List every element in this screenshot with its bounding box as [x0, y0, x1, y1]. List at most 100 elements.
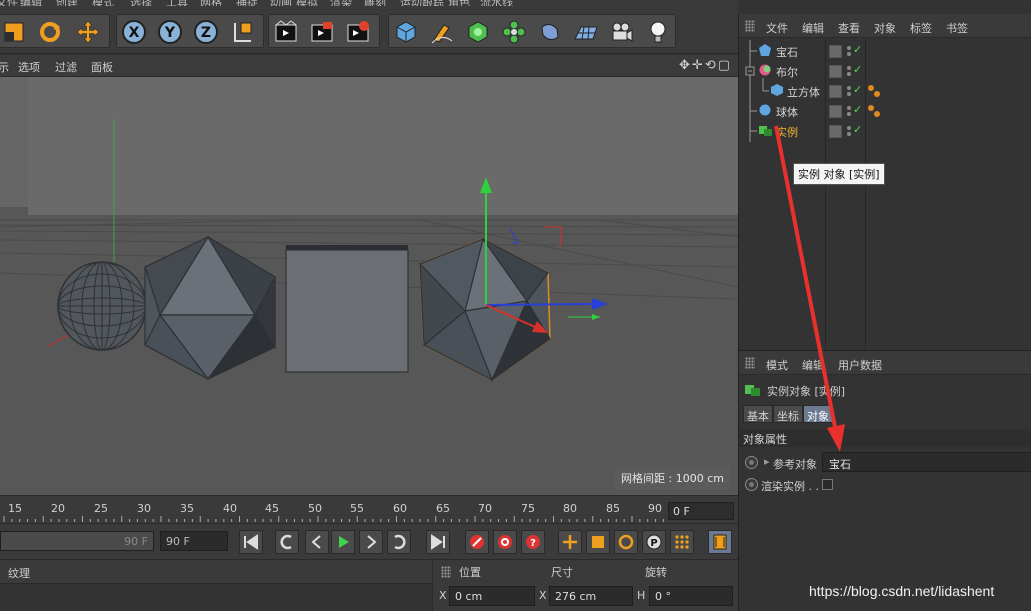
size-x-field[interactable]: 276 cm	[549, 586, 633, 606]
layer-icon[interactable]	[829, 125, 842, 138]
enabled-check-icon[interactable]: ✓	[853, 103, 862, 116]
scale-icon[interactable]	[0, 17, 29, 47]
next-key-button[interactable]	[387, 530, 411, 554]
timeline-window-icon[interactable]	[708, 530, 732, 554]
move-icon[interactable]	[73, 17, 103, 47]
auto-key-icon[interactable]	[493, 530, 517, 554]
watermark-text: https://blog.csdn.net/lidashent	[809, 583, 995, 599]
am-menu-edit[interactable]: 编辑	[802, 357, 824, 373]
key-parameter-icon[interactable]: P	[642, 530, 666, 554]
camera-icon[interactable]	[607, 17, 637, 47]
panel-grip-icon[interactable]	[745, 20, 755, 32]
rotate-icon[interactable]	[35, 17, 65, 47]
viewport-menu-item[interactable]: 示	[0, 59, 9, 75]
render-instance-animate-radio[interactable]	[745, 478, 758, 491]
visibility-dots-icon[interactable]	[846, 104, 852, 118]
previous-frame-button[interactable]	[305, 530, 329, 554]
reference-animate-radio[interactable]	[745, 456, 758, 469]
z-axis-icon[interactable]: Z	[191, 17, 221, 47]
key-rotation-icon[interactable]	[614, 530, 638, 554]
object-row-boole[interactable]: 布尔 ✓	[739, 61, 1031, 81]
om-menu-tags[interactable]: 标签	[910, 20, 932, 36]
material-tag-icon[interactable]	[867, 104, 881, 118]
om-menu-object[interactable]: 对象	[874, 20, 896, 36]
cube-icon[interactable]	[391, 17, 421, 47]
render-settings-icon[interactable]	[343, 17, 373, 47]
record-key-icon[interactable]	[465, 530, 489, 554]
am-menu-user-data[interactable]: 用户数据	[838, 357, 882, 373]
end-frame-field[interactable]: 90 F	[160, 531, 228, 551]
om-menu-bookmarks[interactable]: 书签	[946, 20, 968, 36]
render-instance-checkbox[interactable]	[822, 479, 833, 490]
cloner-icon[interactable]	[499, 17, 529, 47]
enabled-check-icon[interactable]: ✓	[853, 123, 862, 136]
object-row-cube[interactable]: 立方体 ✓	[739, 81, 1031, 101]
grid-spacing-info: 网格间距 : 1000 cm	[615, 467, 730, 489]
go-to-start-button[interactable]	[239, 530, 263, 554]
previous-key-button[interactable]	[275, 530, 299, 554]
om-menu-file[interactable]: 文件	[766, 20, 788, 36]
visibility-dots-icon[interactable]	[846, 64, 852, 78]
subdivision-icon[interactable]	[463, 17, 493, 47]
object-row-sphere[interactable]: 球体 ✓	[739, 101, 1031, 121]
next-frame-button[interactable]	[359, 530, 383, 554]
play-button[interactable]	[331, 530, 355, 554]
pen-icon[interactable]	[427, 17, 457, 47]
timeline-ruler[interactable]: 15 20 25 30 35 40 45 50 55 60 65 70 75 8…	[0, 495, 738, 523]
visibility-dots-icon[interactable]	[846, 44, 852, 58]
panel-grip-icon[interactable]	[745, 357, 755, 369]
light-icon[interactable]	[643, 17, 673, 47]
material-menu-texture[interactable]: 纹理	[8, 565, 30, 581]
layer-icon[interactable]	[829, 45, 842, 58]
x-axis-icon[interactable]: X	[119, 17, 149, 47]
key-point-level-icon[interactable]	[670, 530, 694, 554]
tick-label: 45	[265, 502, 279, 515]
viewport-nav-icons[interactable]: ✥✛⟲▢	[679, 58, 732, 73]
enabled-check-icon[interactable]: ✓	[853, 83, 862, 96]
object-row-instance[interactable]: 实例 ✓	[739, 121, 1031, 141]
world-coordinate-icon[interactable]	[227, 17, 257, 47]
current-frame-field[interactable]: 0 F	[668, 502, 734, 520]
coordinate-manager: 位置 尺寸 旋转 X 0 cm X 276 cm H 0 °	[432, 559, 738, 611]
deformer-icon[interactable]	[535, 17, 565, 47]
tab-object[interactable]: 对象	[803, 405, 833, 423]
om-menu-view[interactable]: 查看	[838, 20, 860, 36]
object-row-gem[interactable]: 宝石 ✓	[739, 41, 1031, 61]
go-to-end-button[interactable]	[426, 530, 450, 554]
material-tag-icon[interactable]	[867, 84, 881, 98]
render-tools-group	[268, 14, 380, 48]
am-menu-mode[interactable]: 模式	[766, 357, 788, 373]
key-help-icon[interactable]: ?	[521, 530, 545, 554]
y-axis-icon[interactable]: Y	[155, 17, 185, 47]
sphere-object[interactable]	[57, 261, 147, 351]
visibility-dots-icon[interactable]	[846, 124, 852, 138]
timeline-ticks	[3, 516, 664, 522]
expand-arrow-icon[interactable]: ▸	[764, 455, 770, 468]
axis-tools-group: X Y Z	[116, 14, 264, 48]
om-menu-edit[interactable]: 编辑	[802, 20, 824, 36]
cube-object[interactable]	[285, 245, 409, 373]
viewport-menu-filter[interactable]: 过滤	[55, 59, 77, 75]
key-scale-icon[interactable]	[586, 530, 610, 554]
frame-range-slider[interactable]: 90 F	[0, 531, 154, 551]
enabled-check-icon[interactable]: ✓	[853, 43, 862, 56]
viewport-3d[interactable]: 网格间距 : 1000 cm	[0, 77, 738, 495]
material-manager-header: 纹理	[0, 560, 432, 584]
layer-icon[interactable]	[829, 65, 842, 78]
enabled-check-icon[interactable]: ✓	[853, 63, 862, 76]
render-view-icon[interactable]	[271, 17, 301, 47]
visibility-dots-icon[interactable]	[846, 84, 852, 98]
position-x-field[interactable]: 0 cm	[449, 586, 535, 606]
viewport-menu-panel[interactable]: 面板	[91, 59, 113, 75]
layer-icon[interactable]	[829, 105, 842, 118]
tab-coordinates[interactable]: 坐标	[773, 405, 803, 423]
render-picture-viewer-icon[interactable]	[307, 17, 337, 47]
key-position-icon[interactable]	[558, 530, 582, 554]
tab-basic[interactable]: 基本	[743, 405, 773, 423]
panel-grip-icon[interactable]	[441, 566, 451, 578]
floor-icon[interactable]	[571, 17, 601, 47]
reference-object-field[interactable]: 宝石	[822, 452, 1031, 472]
rotation-h-field[interactable]: 0 °	[649, 586, 733, 606]
viewport-menu-options[interactable]: 选项	[18, 59, 40, 75]
layer-icon[interactable]	[829, 85, 842, 98]
